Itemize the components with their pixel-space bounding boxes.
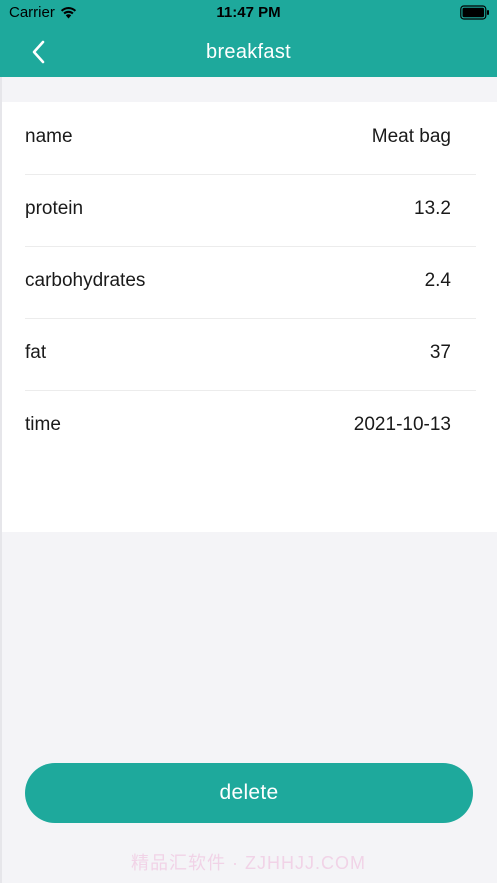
detail-label: carbohydrates	[25, 270, 146, 291]
detail-row-fat: fat 37	[25, 318, 476, 391]
detail-row-time: time 2021-10-13	[25, 390, 476, 462]
detail-value: 2.4	[424, 270, 451, 291]
detail-row-protein: protein 13.2	[25, 174, 476, 247]
detail-label: name	[25, 126, 73, 147]
detail-row-name: name Meat bag	[25, 102, 476, 175]
detail-value: Meat bag	[371, 126, 451, 147]
navigation-bar: breakfast	[0, 26, 497, 77]
details-card: name Meat bag protein 13.2 carbohydrates…	[2, 102, 497, 532]
status-bar: Carrier 11:47 PM	[0, 0, 497, 26]
header: Carrier 11:47 PM breakfast	[0, 0, 497, 77]
delete-button[interactable]: delete	[25, 763, 473, 823]
detail-label: time	[25, 414, 61, 435]
status-time: 11:47 PM	[216, 4, 281, 21]
detail-label: fat	[25, 342, 47, 363]
page-title: breakfast	[206, 41, 291, 63]
detail-row-carbohydrates: carbohydrates 2.4	[25, 246, 476, 319]
food-detail-screen: Carrier 11:47 PM breakfast name Meat bag…	[0, 0, 497, 883]
battery-icon	[460, 5, 489, 20]
detail-label: protein	[25, 198, 84, 219]
detail-value: 2021-10-13	[353, 414, 451, 435]
detail-value: 37	[429, 342, 451, 363]
watermark: 精品汇软件 · ZJHHJJ.COM	[131, 853, 366, 873]
detail-value: 13.2	[414, 198, 451, 219]
